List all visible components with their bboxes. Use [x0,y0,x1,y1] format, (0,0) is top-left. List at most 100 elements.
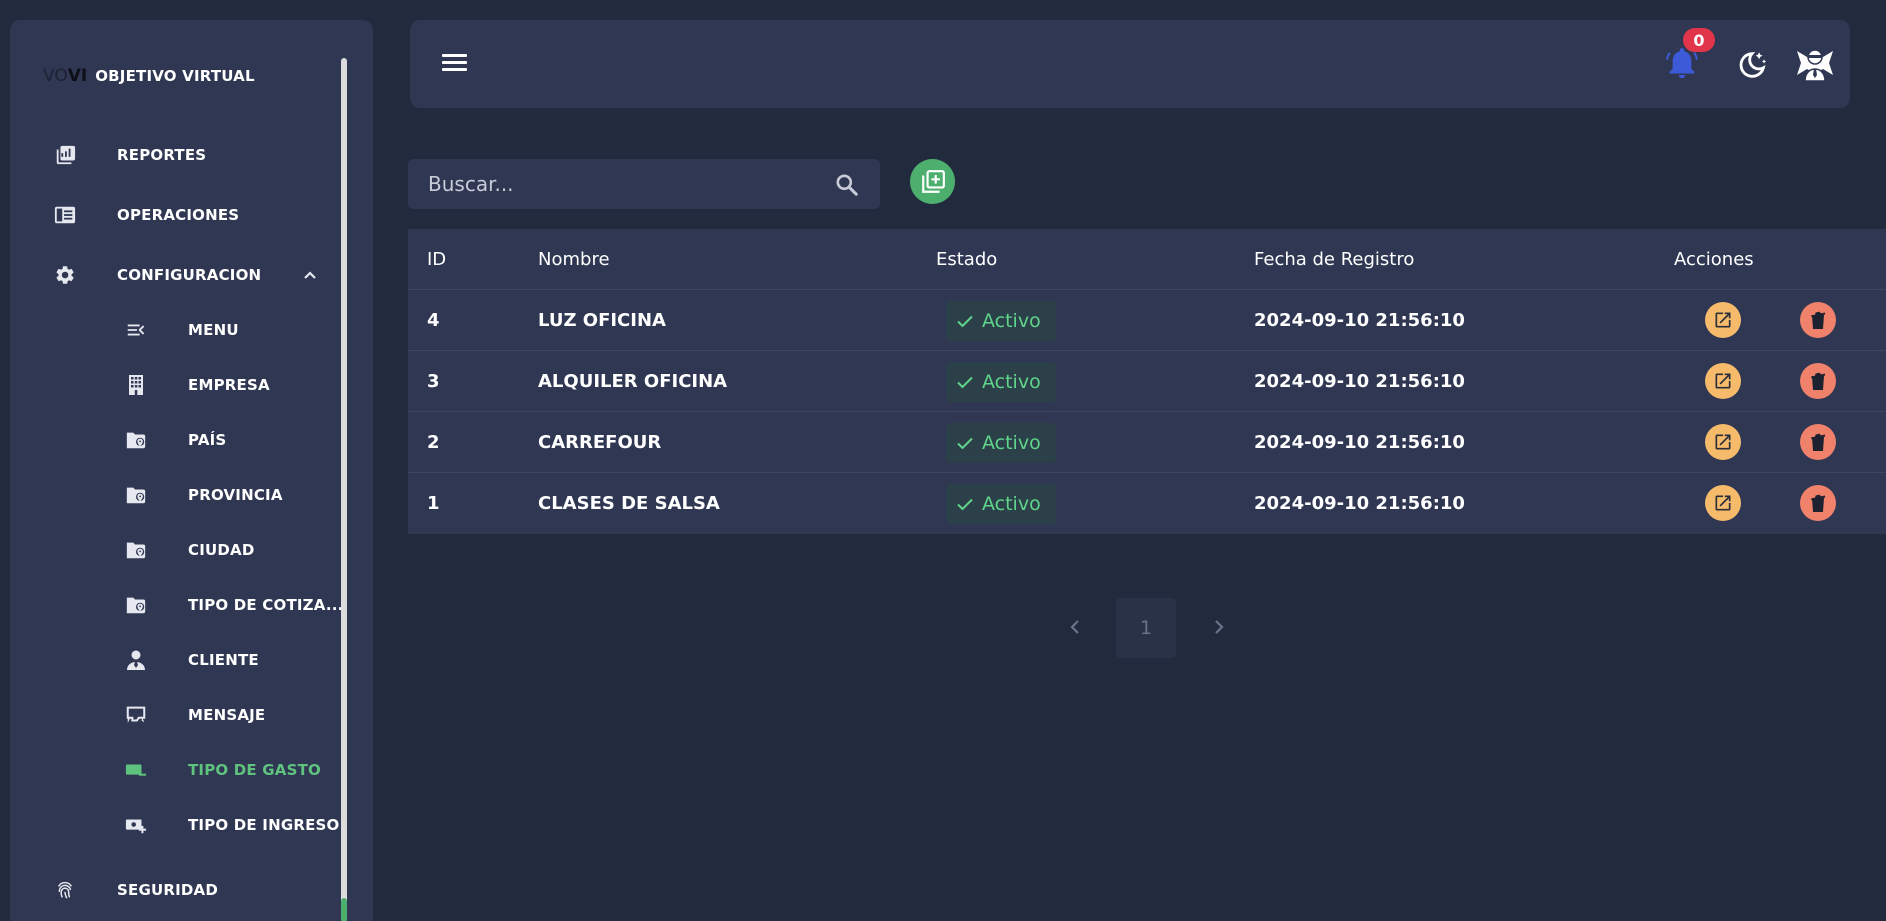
trash-icon [1811,433,1826,451]
sidebar-item-tipo-de-ingreso[interactable]: TIPO DE INGRESO [10,810,339,840]
delete-button[interactable] [1800,485,1836,521]
operations-icon [54,204,76,226]
row-nombre: LUZ OFICINA [538,310,666,331]
status-cell: Activo [946,290,1056,351]
delete-button[interactable] [1800,363,1836,399]
column-header-id[interactable]: ID [427,229,446,290]
sidebar-item-label: MENSAJE [188,706,266,724]
status-label: Activo [982,309,1041,332]
bell-icon[interactable] [1665,47,1699,81]
sidebar-scrollbar-thumb[interactable] [341,898,347,921]
delete-button[interactable] [1800,302,1836,338]
row-id: 4 [427,310,440,331]
sidebar-item-label: TIPO DE COTIZA... [188,596,344,614]
money-plus-icon [125,814,147,836]
trash-icon [1811,311,1826,329]
sidebar-item-tipo-de-gasto[interactable]: TIPO DE GASTO [10,755,330,785]
sidebar-item-seguridad[interactable]: SEGURIDAD [10,875,330,905]
message-icon [125,704,147,726]
add-record-button[interactable] [910,159,955,204]
check-icon [957,437,973,449]
brand-logo[interactable]: VOVI OBJETIVO VIRTUAL [43,65,255,87]
folder-location-icon [125,594,147,616]
edit-button[interactable] [1705,363,1741,399]
sidebar-item-ciudad[interactable]: CIUDAD [10,535,330,565]
row-nombre: CARREFOUR [538,432,662,453]
open-in-new-icon [1715,495,1731,511]
sidebar-item-label: TIPO DE INGRESO [188,816,340,834]
row-fecha: 2024-09-10 21:56:10 [1254,493,1465,514]
sidebar-item-mensaje[interactable]: MENSAJE [10,700,330,730]
status-cell: Activo [946,412,1056,473]
top-bar: 0 [410,20,1850,108]
building-icon [125,374,147,396]
sidebar-item-pais[interactable]: PAÍS [10,425,330,455]
sidebar-item-label: EMPRESA [188,376,270,394]
column-header-nombre[interactable]: Nombre [538,229,610,290]
sidebar-item-label: PAÍS [188,431,227,449]
pagination-prev-icon[interactable] [1063,612,1087,642]
row-id: 2 [427,432,440,453]
sidebar-scrollbar[interactable] [341,58,347,921]
menu-open-icon [125,319,147,341]
pagination-page-button[interactable]: 1 [1116,598,1176,658]
folder-location-icon [125,539,147,561]
notification-badge: 0 [1683,28,1715,52]
brand-name: OBJETIVO VIRTUAL [95,67,255,85]
reports-icon [54,144,76,166]
sidebar-item-configuracion[interactable]: CONFIGURACION [10,260,330,290]
edit-button[interactable] [1705,302,1741,338]
status-cell: Activo [946,351,1056,412]
table-row: 3 ALQUILER OFICINA Activo 2024-09-10 21:… [408,351,1886,412]
search-input[interactable] [428,171,808,197]
sidebar-item-menu[interactable]: MENU [10,315,330,345]
open-in-new-icon [1715,434,1731,450]
table-header-row: ID Nombre Estado Fecha de Registro Accio… [408,229,1886,290]
sidebar-item-cliente[interactable]: CLIENTE [10,645,330,675]
trash-icon [1811,372,1826,390]
trash-icon [1811,494,1826,512]
sidebar-item-label: TIPO DE GASTO [188,761,322,779]
column-header-estado[interactable]: Estado [936,229,997,290]
row-fecha: 2024-09-10 21:56:10 [1254,371,1465,392]
row-nombre: ALQUILER OFICINA [538,371,728,392]
delete-button[interactable] [1800,424,1836,460]
sidebar-item-provincia[interactable]: PROVINCIA [10,480,330,510]
sidebar-item-operaciones[interactable]: OPERACIONES [10,200,330,230]
check-icon [957,315,973,327]
sidebar-item-tipo-de-cotizacion[interactable]: TIPO DE COTIZA... [10,590,343,620]
pagination-next-icon[interactable] [1207,612,1231,642]
status-label: Activo [982,431,1041,454]
edit-button[interactable] [1705,485,1741,521]
sidebar-item-label: CONFIGURACION [117,266,262,284]
money-minus-icon [125,759,147,781]
sidebar: VOVI OBJETIVO VIRTUAL REPORTES OPERACION… [10,20,373,921]
search-icon[interactable] [834,172,860,198]
sidebar-item-label: MENU [188,321,239,339]
row-fecha: 2024-09-10 21:56:10 [1254,310,1465,331]
gear-icon [54,264,76,286]
folder-location-icon [125,429,147,451]
edit-button[interactable] [1705,424,1741,460]
sidebar-item-label: REPORTES [117,146,207,164]
table-row: 2 CARREFOUR Activo 2024-09-10 21:56:10 [408,412,1886,473]
status-label: Activo [982,370,1041,393]
status-badge: Activo [946,361,1056,402]
sidebar-item-label: PROVINCIA [188,486,283,504]
status-badge: Activo [946,422,1056,463]
open-in-new-icon [1715,373,1731,389]
column-header-fecha[interactable]: Fecha de Registro [1254,229,1414,290]
sidebar-item-reportes[interactable]: REPORTES [10,140,330,170]
folder-location-icon [125,484,147,506]
column-header-acciones: Acciones [1674,249,1754,270]
sidebar-item-label: CLIENTE [188,651,259,669]
sidebar-item-label: CIUDAD [188,541,255,559]
dark-mode-moon-icon[interactable] [1735,48,1769,82]
open-in-new-icon [1715,312,1731,328]
row-id: 1 [427,493,440,514]
user-avatar[interactable] [1793,43,1837,87]
sidebar-item-empresa[interactable]: EMPRESA [10,370,330,400]
status-badge: Activo [946,483,1056,524]
row-nombre: CLASES DE SALSA [538,493,720,514]
hamburger-menu-icon[interactable] [442,52,468,74]
